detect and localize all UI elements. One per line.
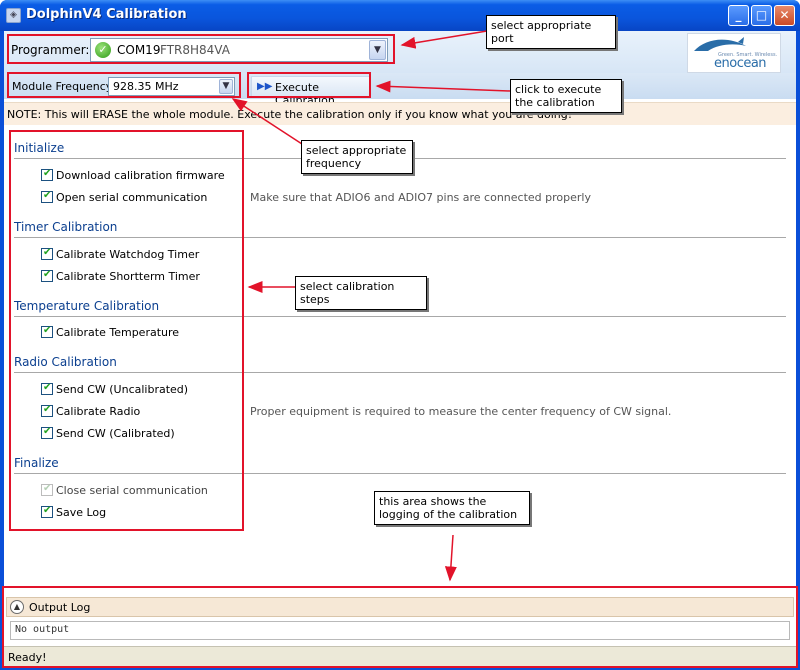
- callout-frequency: select appropriate frequency: [301, 140, 413, 174]
- callout-logging: this area shows the logging of the calib…: [374, 491, 530, 525]
- callout-execute: click to execute the calibration: [510, 79, 622, 113]
- callout-steps: select calibration steps: [295, 276, 427, 310]
- callout-port: select appropriate port: [486, 15, 616, 49]
- annotation-arrows: [231, 30, 511, 582]
